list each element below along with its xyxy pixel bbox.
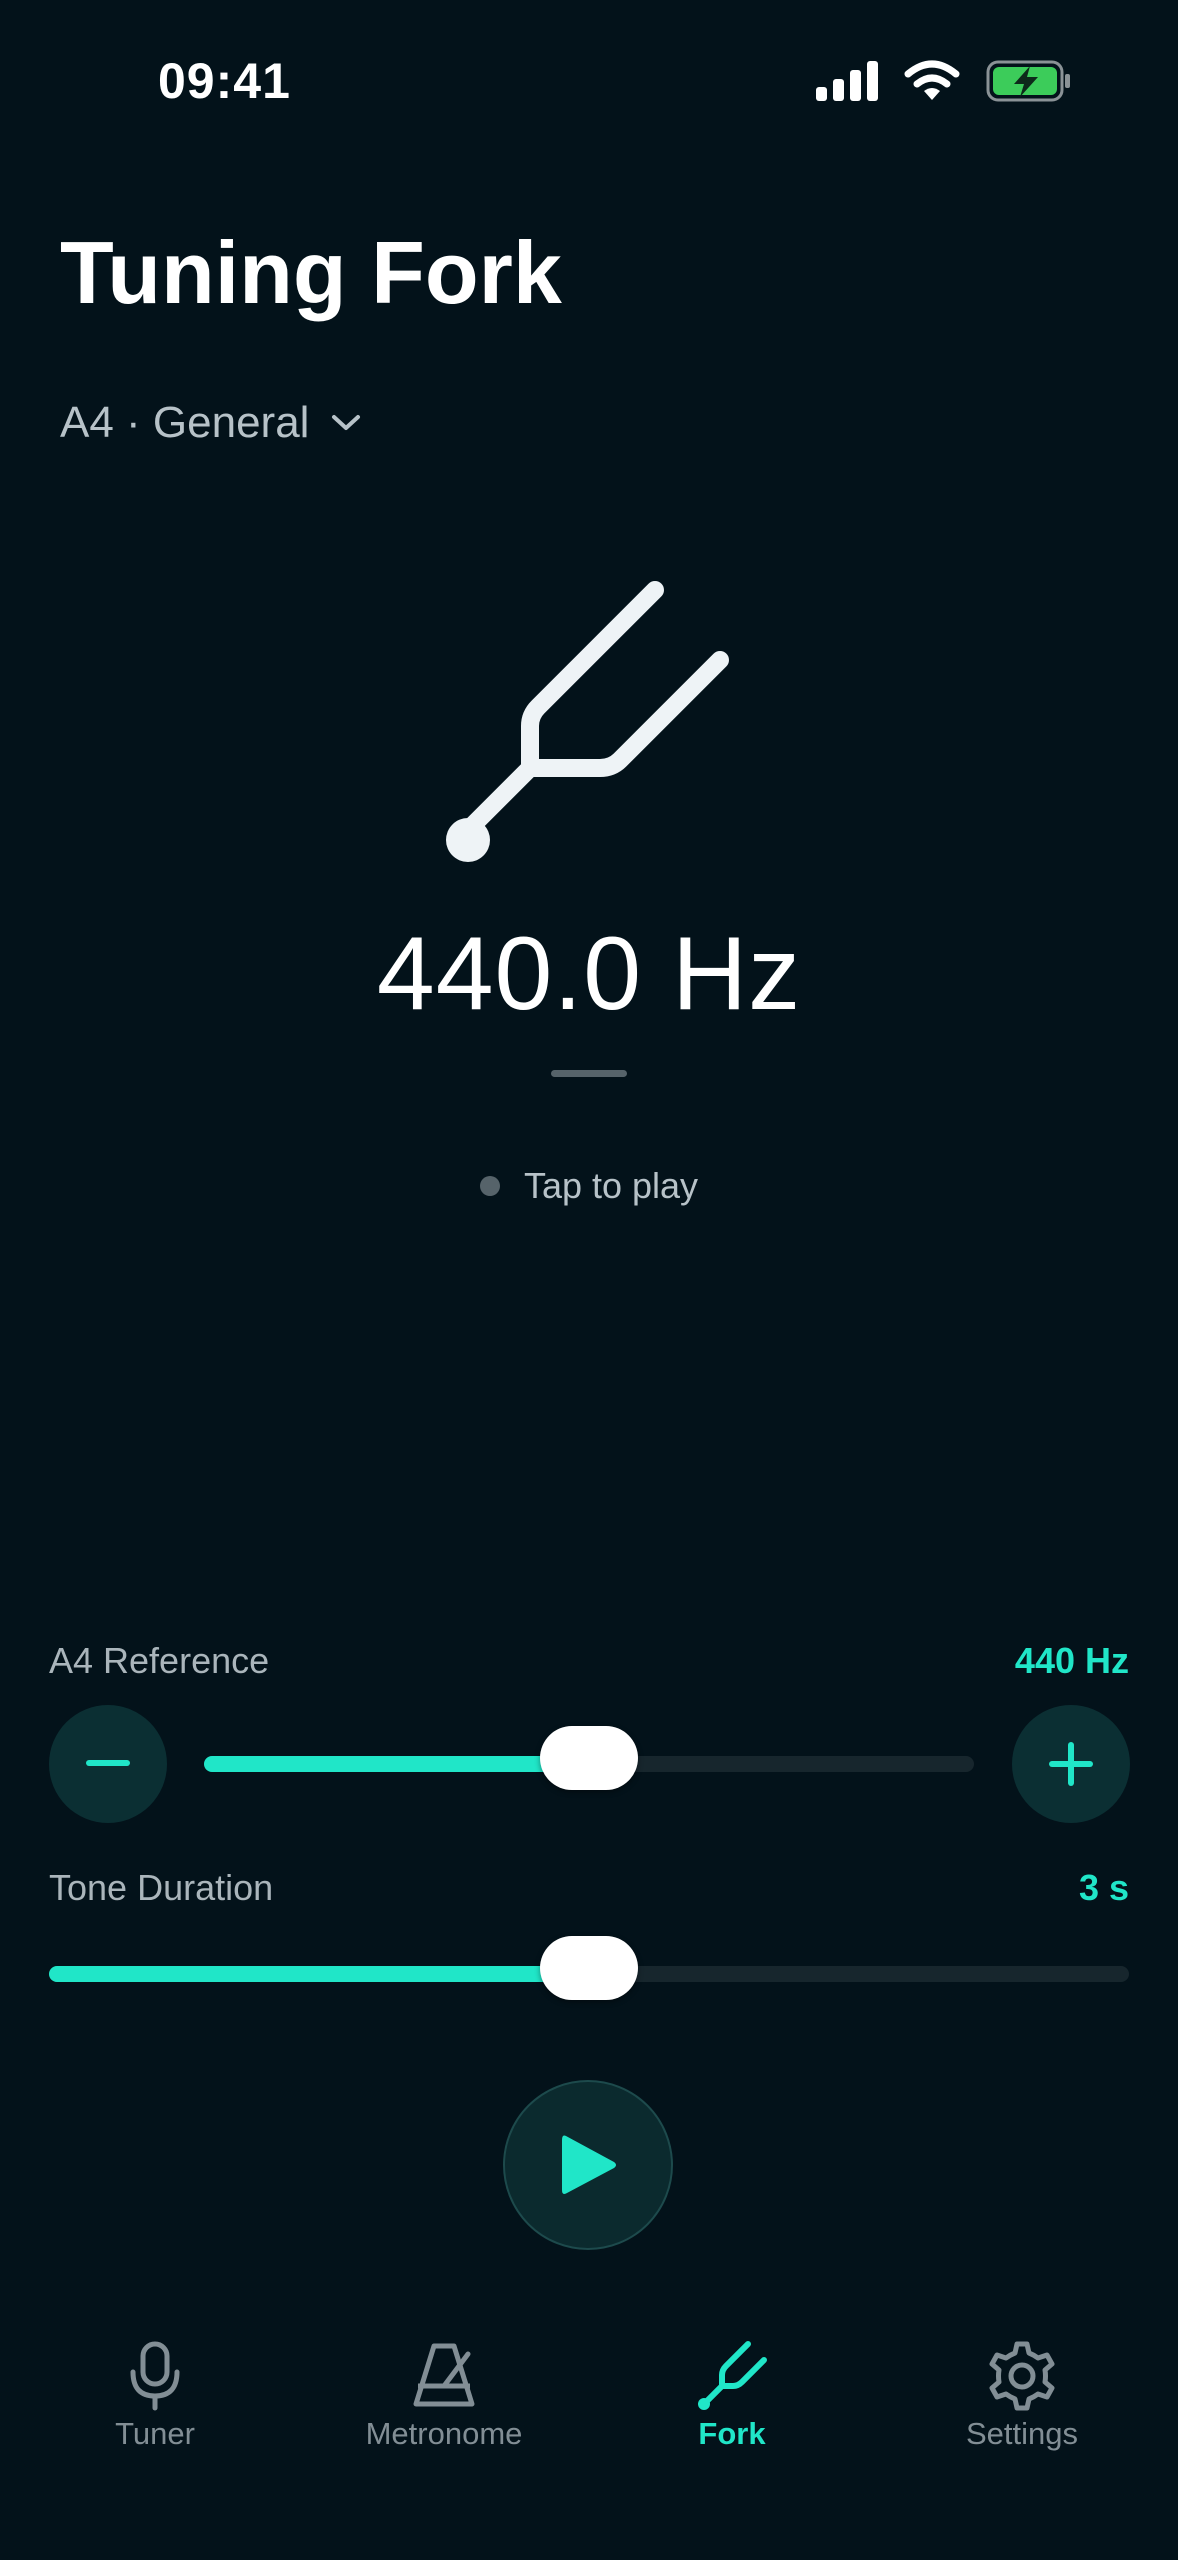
tab-metronome[interactable]: Metronome [324, 2340, 564, 2452]
tuning-fork-icon[interactable] [430, 570, 750, 870]
tab-settings[interactable]: Settings [902, 2340, 1142, 2452]
chevron-down-icon [332, 415, 361, 430]
tuning-fork-icon [698, 2341, 767, 2410]
duration-slider[interactable] [49, 1936, 1129, 2000]
status-icons [816, 60, 1072, 102]
tab-label: Fork [698, 2416, 766, 2451]
duration-value: 3 s [1078, 1867, 1129, 1908]
reference-slider-fill [204, 1756, 589, 1772]
tab-label: Metronome [365, 2416, 523, 2451]
duration-slider-fill [49, 1966, 589, 1982]
frequency-divider [551, 1070, 627, 1077]
reference-slider[interactable] [204, 1726, 974, 1790]
play-icon [562, 2135, 616, 2194]
increment-button[interactable] [1012, 1705, 1130, 1823]
status-time: 09:41 [158, 53, 291, 109]
tab-label: Tuner [115, 2416, 195, 2451]
wifi-icon [904, 60, 960, 100]
reference-label: A4 Reference [49, 1640, 270, 1681]
gear-icon [989, 2341, 1055, 2411]
page-title: Tuning Fork [60, 223, 562, 322]
battery-charging-icon [986, 60, 1070, 102]
play-button[interactable] [503, 2080, 673, 2250]
decrement-button[interactable] [49, 1705, 167, 1823]
duration-slider-thumb[interactable] [540, 1936, 638, 2000]
metronome-icon [413, 2343, 475, 2407]
play-hint-text: Tap to play [523, 1165, 699, 1206]
cellular-signal-icon [816, 61, 878, 101]
duration-label: Tone Duration [49, 1867, 274, 1908]
minus-icon [86, 1760, 130, 1766]
preset-label: A4 · General [60, 398, 310, 447]
preset-selector[interactable]: A4 · General [60, 398, 361, 448]
tab-label: Settings [965, 2416, 1078, 2451]
hint-dot [479, 1176, 500, 1196]
frequency-display: 440.0 Hz [376, 916, 802, 1032]
plus-icon [1049, 1742, 1093, 1786]
reference-value: 440 Hz [1014, 1640, 1129, 1681]
play-hint: Tap to play [0, 1165, 1178, 1207]
tab-fork[interactable]: Fork [612, 2340, 852, 2452]
tab-tuner[interactable]: Tuner [35, 2340, 275, 2452]
microphone-icon [130, 2341, 180, 2411]
reference-slider-thumb[interactable] [540, 1726, 638, 1790]
